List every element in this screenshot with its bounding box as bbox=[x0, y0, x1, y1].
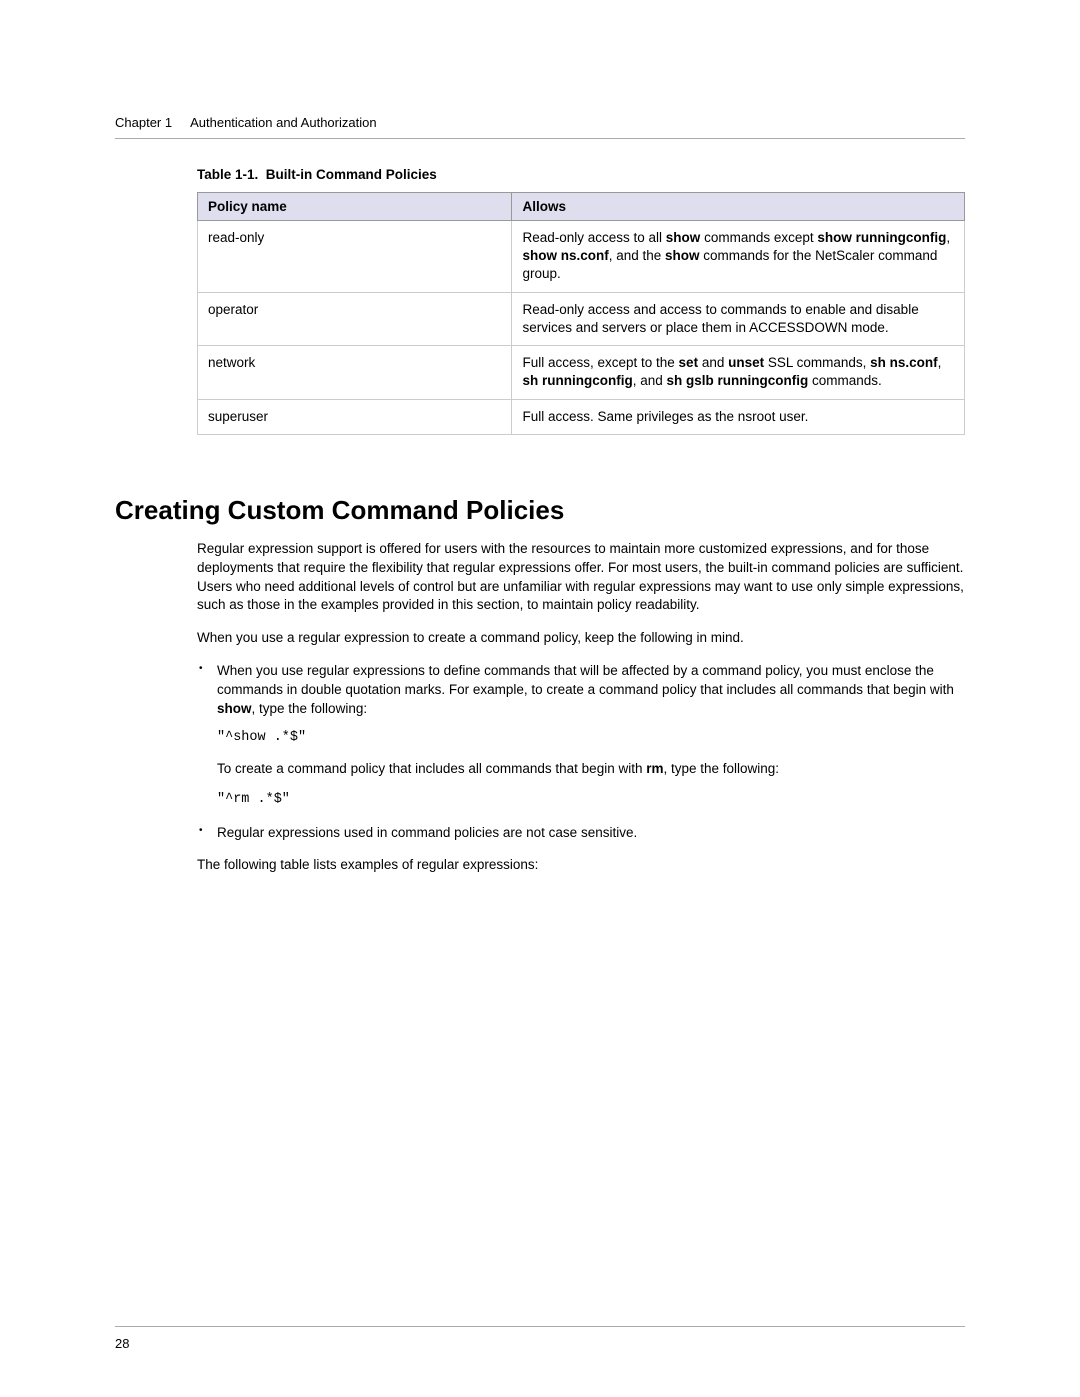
command-policies-table: Policy name Allows read-only Read-only a… bbox=[197, 192, 965, 435]
policy-name-cell: network bbox=[198, 346, 512, 399]
header-divider bbox=[115, 138, 965, 139]
table-row: operator Read-only access and access to … bbox=[198, 292, 965, 345]
col-policy-name: Policy name bbox=[198, 193, 512, 221]
policy-name-cell: read-only bbox=[198, 221, 512, 293]
policy-desc-cell: Read-only access to all show commands ex… bbox=[512, 221, 965, 293]
footer-divider bbox=[115, 1326, 965, 1327]
table-row: read-only Read-only access to all show c… bbox=[198, 221, 965, 293]
code-snippet: "^show .*$" bbox=[217, 729, 965, 748]
body-paragraph: The following table lists examples of re… bbox=[197, 856, 965, 875]
list-item: Regular expressions used in command poli… bbox=[197, 824, 965, 843]
bullet-list: When you use regular expressions to defi… bbox=[197, 662, 965, 842]
col-allows: Allows bbox=[512, 193, 965, 221]
chapter-label: Chapter 1 bbox=[115, 115, 172, 130]
table-row: network Full access, except to the set a… bbox=[198, 346, 965, 399]
body-paragraph: Regular expression support is offered fo… bbox=[197, 540, 965, 616]
table-caption: Table 1-1. Built-in Command Policies bbox=[197, 167, 965, 182]
page-header: Chapter 1 Authentication and Authorizati… bbox=[115, 115, 965, 130]
policy-desc-cell: Full access, except to the set and unset… bbox=[512, 346, 965, 399]
policy-name-cell: superuser bbox=[198, 399, 512, 434]
body-paragraph: When you use a regular expression to cre… bbox=[197, 629, 965, 648]
table-row: superuser Full access. Same privileges a… bbox=[198, 399, 965, 434]
policy-name-cell: operator bbox=[198, 292, 512, 345]
policy-desc-cell: Full access. Same privileges as the nsro… bbox=[512, 399, 965, 434]
table-caption-title: Built-in Command Policies bbox=[266, 167, 437, 182]
policy-desc-cell: Read-only access and access to commands … bbox=[512, 292, 965, 345]
list-item: When you use regular expressions to defi… bbox=[197, 662, 965, 809]
section-heading: Creating Custom Command Policies bbox=[115, 495, 965, 526]
chapter-title: Authentication and Authorization bbox=[190, 115, 376, 130]
code-snippet: "^rm .*$" bbox=[217, 791, 965, 810]
page-number: 28 bbox=[115, 1336, 129, 1351]
sub-paragraph: To create a command policy that includes… bbox=[217, 760, 965, 779]
table-caption-label: Table 1-1. bbox=[197, 167, 258, 182]
